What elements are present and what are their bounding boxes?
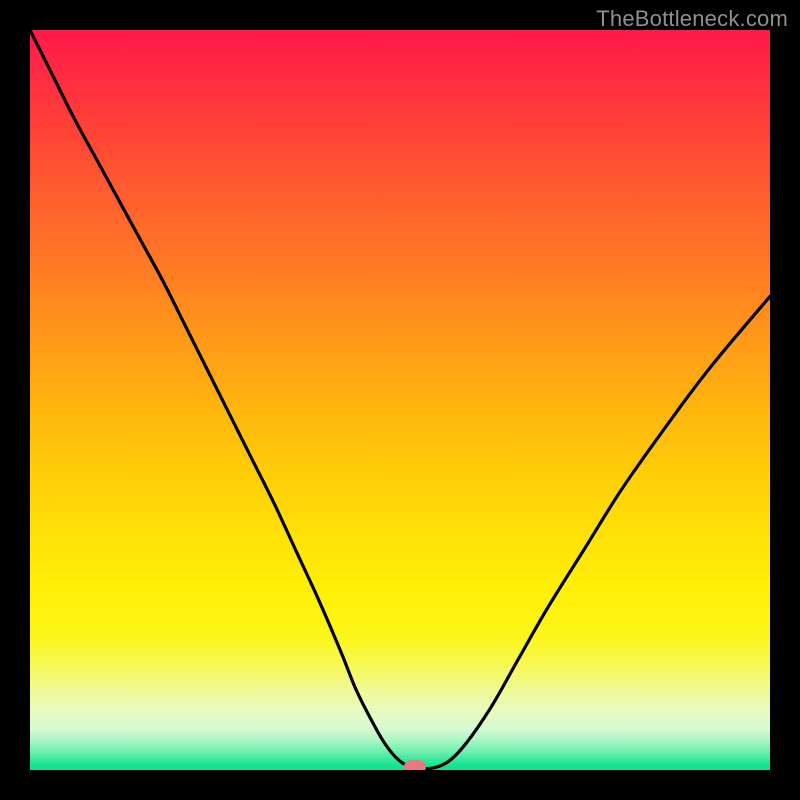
plot-area: [30, 30, 770, 770]
curve-svg: [30, 30, 770, 770]
chart-frame: TheBottleneck.com: [0, 0, 800, 800]
bottleneck-curve-path: [30, 30, 770, 769]
optimum-marker: [404, 760, 426, 770]
watermark-text: TheBottleneck.com: [596, 6, 788, 32]
